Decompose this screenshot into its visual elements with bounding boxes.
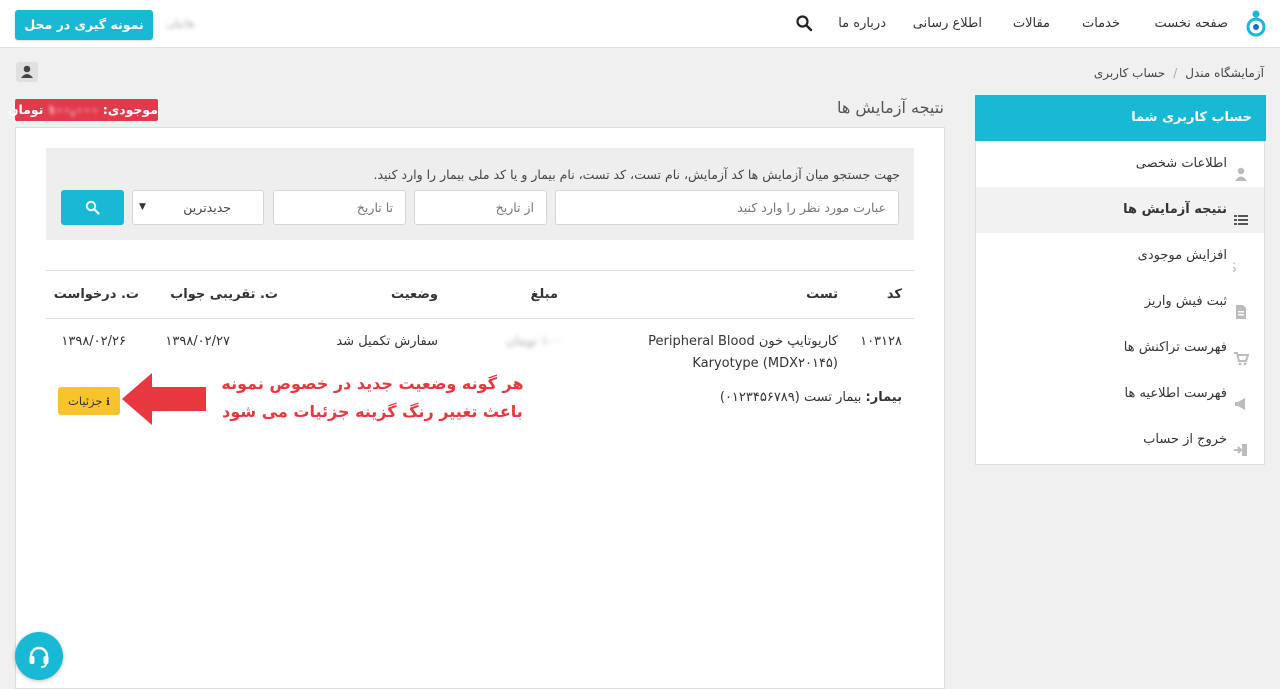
row-code: ۱۰۳۱۲۸ [860, 334, 902, 349]
breadcrumb-current: حساب کاربری [1093, 66, 1166, 80]
balance-value: ۱۰۰,۰۰۰ [47, 102, 99, 117]
info-icon: ℹ [106, 397, 110, 408]
details-button[interactable]: ℹ جزئیات [58, 387, 120, 415]
sidebar-item-label: فهرست اطلاعیه ها [1124, 386, 1227, 401]
sidebar-item-label: فهرست تراکنش ها [1123, 340, 1227, 355]
balance-label: موجودی: [102, 102, 158, 117]
from-date-input[interactable] [414, 190, 547, 225]
sidebar-header: حساب کاربری شما [975, 95, 1266, 141]
search-icon[interactable] [795, 14, 813, 32]
home-sampling-button[interactable]: نمونه گیری در محل [15, 10, 153, 40]
row-approx-answer-date: ۱۳۹۸/۰۲/۲۷ [165, 334, 230, 349]
col-header-test: تست [806, 287, 838, 302]
lab-logo-icon[interactable] [1242, 9, 1268, 39]
balance-badge: موجودی: ۱۰۰,۰۰۰ تومان [8, 99, 158, 121]
col-header-code: کد [886, 287, 902, 302]
sidebar-item-logout[interactable]: خروج از حساب [976, 417, 1264, 463]
search-hint: جهت جستجو میان آزمایش ها کد آزمایش، نام … [373, 167, 901, 182]
user-name[interactable]: هانیلی [166, 17, 194, 30]
annotation-arrow-icon [122, 373, 206, 425]
nav-articles[interactable]: مقالات [1013, 16, 1050, 31]
annotation-line-1: هر گونه وضعیت جدید در خصوص نمونه [221, 374, 524, 393]
annotation-text: هر گونه وضعیت جدید در خصوص نمونه باعث تغ… [200, 370, 545, 426]
sidebar-item-increase-balance[interactable]: $ افزایش موجودی [976, 233, 1264, 279]
caret-down-icon: ▼ [139, 202, 146, 212]
search-icon [85, 200, 100, 215]
dollar-icon: $ [1227, 248, 1249, 276]
cart-icon [1233, 340, 1250, 365]
col-header-request-date: ت. درخواست [53, 287, 139, 302]
col-header-amount: مبلغ [530, 287, 558, 302]
row-patient: بیمار: بیمار تست (۰۱۲۳۴۵۶۷۸۹) [720, 390, 902, 405]
sidebar-item-label: ثبت فیش واریز [1144, 294, 1227, 309]
to-date-input[interactable] [273, 190, 406, 225]
table-top-border [46, 270, 914, 271]
nav-about[interactable]: درباره ما [838, 16, 886, 31]
headset-icon [29, 646, 49, 668]
svg-text:$: $ [1233, 258, 1237, 274]
balance-unit: تومان [7, 102, 44, 117]
col-header-approx-answer: ت. تقریبی جواب [170, 287, 278, 302]
nav-services[interactable]: خدمات [1082, 16, 1120, 31]
sidebar-item-test-results[interactable]: نتیجه آزمایش ها [976, 187, 1264, 233]
sign-out-icon [1233, 432, 1249, 456]
nav-news[interactable]: اطلاع رسانی [913, 16, 982, 31]
sidebar-item-label: نتیجه آزمایش ها [1123, 202, 1227, 217]
row-test-name-line1[interactable]: کاریوتایپ خون Peripheral Blood [648, 334, 838, 349]
user-icon [1233, 156, 1249, 181]
sort-selected-value: جدیدترین [183, 200, 231, 215]
sort-select[interactable]: جدیدترین ▼ [132, 190, 264, 225]
row-request-date: ۱۳۹۸/۰۲/۲۶ [61, 334, 126, 349]
sidebar-item-label: خروج از حساب [1143, 432, 1227, 447]
user-icon [21, 65, 33, 78]
patient-label: بیمار: [865, 390, 902, 405]
sidebar-item-label: افزایش موجودی [1137, 248, 1227, 263]
sidebar-item-announcements[interactable]: فهرست اطلاعیه ها [976, 371, 1264, 417]
file-icon [1233, 294, 1249, 319]
search-input[interactable] [555, 190, 899, 225]
list-icon [1233, 202, 1249, 225]
details-button-label: جزئیات [68, 394, 103, 408]
breadcrumb-home[interactable]: آزمایشگاه مندل [1185, 66, 1264, 80]
sidebar-item-label: اطلاعات شخصی [1135, 156, 1227, 171]
top-navbar: صفحه نخست خدمات مقالات اطلاع رسانی دربار… [0, 0, 1280, 48]
breadcrumb: آزمایشگاه مندل/حساب کاربری [1093, 66, 1264, 80]
sidebar-item-personal-info[interactable]: اطلاعات شخصی [976, 141, 1264, 187]
row-amount: ۱۰۰ تومان [506, 334, 562, 349]
table-header-border [46, 318, 914, 319]
user-profile-button[interactable] [16, 62, 38, 82]
search-button[interactable] [61, 190, 124, 225]
nav-home[interactable]: صفحه نخست [1155, 16, 1228, 31]
page-title: نتیجه آزمایش ها [837, 98, 944, 117]
support-chat-button[interactable] [15, 632, 63, 680]
annotation-line-2: باعث تغییر رنگ گزینه جزئیات می شود [222, 402, 523, 421]
megaphone-icon [1233, 386, 1249, 410]
account-sidebar: حساب کاربری شما اطلاعات شخصی نتیجه آزمای… [975, 95, 1266, 465]
patient-value: بیمار تست (۰۱۲۳۴۵۶۷۸۹) [719, 390, 862, 405]
sidebar-item-deposit-slip[interactable]: ثبت فیش واریز [976, 279, 1264, 325]
sidebar-item-transactions[interactable]: فهرست تراکنش ها [976, 325, 1264, 371]
row-status: سفارش تکمیل شد [336, 334, 438, 349]
row-test-name-line2[interactable]: Karyotype (MDX۲۰۱۴۵) [692, 356, 838, 371]
col-header-status: وضعیت [390, 287, 438, 302]
